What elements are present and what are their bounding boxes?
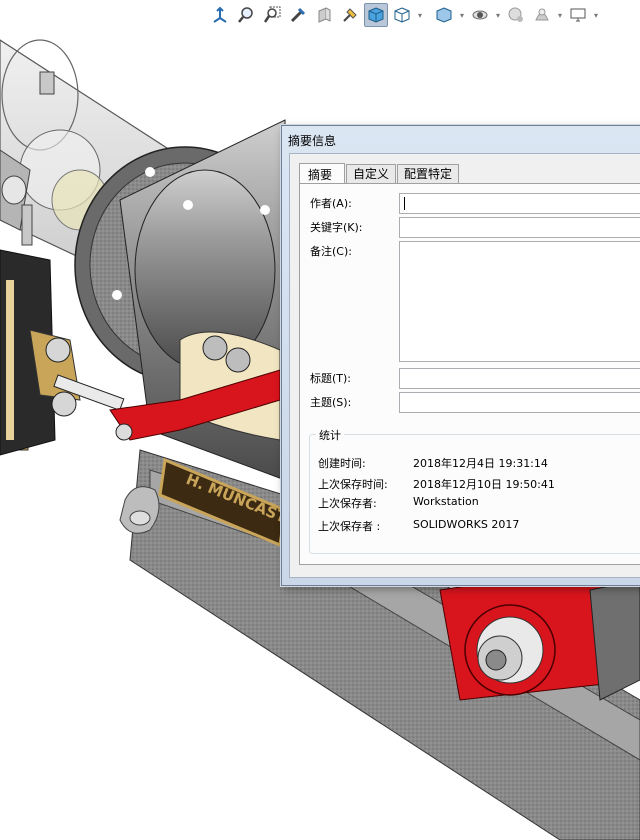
zoom-to-fit-button[interactable] [234,3,258,27]
tab-strip: 摘要 自定义 配置特定 [299,162,460,185]
stat-created-label: 创建时间: [318,457,366,470]
edit-appearance-icon [472,10,488,20]
stat-last-saved-time-value: 2018年12月10日 19:50:41 [413,478,555,491]
stat-last-saved-with-value: SOLIDWORKS 2017 [413,518,520,531]
previous-view-button[interactable] [286,3,310,27]
stat-last-saved-by-label: 上次保存者: [318,497,377,510]
display-style-dropdown[interactable]: ▾ [416,4,424,26]
summary-info-dialog: 摘要信息 摘要 自定义 配置特定 作者(A): 关键字(K): 备注(C): 标… [281,125,640,586]
previous-view-icon [290,7,306,23]
dynamic-annotation-button[interactable] [338,3,362,27]
zoom-to-area-icon [263,6,281,23]
stat-last-saved-by-value: Workstation [413,495,479,508]
title-label: 标题(T): [310,372,352,385]
zoom-to-area-button[interactable] [260,3,284,27]
edit-appearance-dropdown[interactable]: ▾ [494,4,502,26]
author-input[interactable] [399,193,640,214]
display-pane-icon [570,8,586,22]
stat-last-saved-time-label: 上次保存时间: [318,478,388,491]
tab-configuration-specific[interactable]: 配置特定 [397,164,460,184]
subject-input[interactable] [399,392,640,413]
statistics-group: 统计 创建时间: 2018年12月4日 19:31:14 上次保存时间: 201… [309,427,640,554]
hide-show-dropdown[interactable]: ▾ [458,4,466,26]
keywords-input[interactable] [399,217,640,238]
subject-label: 主题(S): [310,396,352,409]
view-orientation-button[interactable] [208,3,232,27]
hide-show-items-button[interactable] [432,3,456,27]
display-pane-dropdown[interactable]: ▾ [592,4,600,26]
dynamic-annotation-icon [343,8,357,22]
keywords-label: 关键字(K): [310,221,363,234]
summary-panel: 作者(A): 关键字(K): 备注(C): 标题(T): 主题(S): 统计 创… [299,183,640,565]
view-settings-button[interactable] [530,3,554,27]
apply-scene-button[interactable] [504,3,528,27]
stat-created-value: 2018年12月4日 19:31:14 [413,457,548,470]
dialog-title: 摘要信息 [288,134,337,148]
dialog-client: 摘要 自定义 配置特定 作者(A): 关键字(K): 备注(C): 标题(T):… [289,153,640,578]
heads-up-toolbar: ▾ ▾ ▾ ▾ ▾ [208,2,600,28]
title-input[interactable] [399,368,640,389]
shaded-display-icon [368,7,384,23]
tab-summary[interactable]: 摘要 [299,163,346,185]
hide-show-items-icon [436,7,452,23]
view-orientation-icon [213,6,227,23]
view-settings-icon [535,8,549,21]
section-view-button[interactable] [312,3,336,27]
zoom-to-fit-icon [238,7,253,23]
view-settings-dropdown[interactable]: ▾ [556,4,564,26]
tab-custom[interactable]: 自定义 [346,164,397,184]
display-style-button[interactable] [390,3,414,27]
display-pane-button[interactable] [566,3,590,27]
apply-scene-icon [508,7,523,22]
stat-last-saved-with-label: 上次保存者 : [318,520,381,533]
comments-textarea[interactable] [399,241,640,362]
shaded-display-button[interactable] [364,3,388,27]
comments-label: 备注(C): [310,245,352,258]
display-style-icon [394,7,410,23]
statistics-legend: 统计 [316,427,344,443]
edit-appearance-button[interactable] [468,3,492,27]
section-view-icon [318,7,331,23]
author-label: 作者(A): [310,197,352,210]
text-cursor [404,197,405,210]
